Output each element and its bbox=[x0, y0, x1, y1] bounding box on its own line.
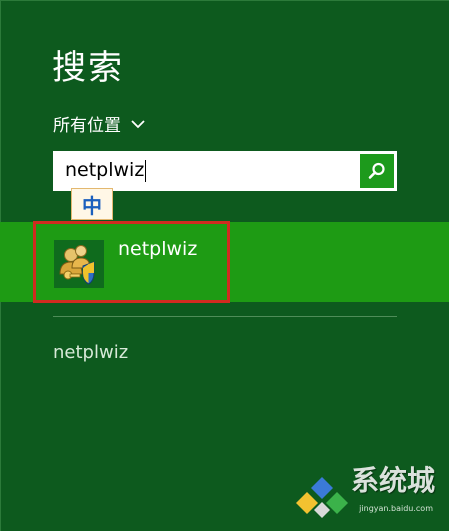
watermark-logo-icon bbox=[296, 477, 348, 518]
watermark-subtext: jingyan.baidu.com bbox=[359, 504, 433, 513]
search-icon bbox=[368, 162, 385, 179]
watermark: 系统城 jingyan.baidu.com bbox=[293, 464, 443, 525]
search-button[interactable] bbox=[360, 154, 394, 188]
user-accounts-icon bbox=[59, 245, 95, 285]
search-scope-dropdown[interactable]: 所有位置 bbox=[53, 111, 145, 136]
search-box: netplwiz bbox=[53, 151, 397, 191]
frame-border-top bbox=[0, 0, 449, 1]
search-result-label: netplwiz bbox=[118, 238, 198, 260]
ime-mode-indicator[interactable]: 中 bbox=[71, 188, 113, 220]
search-suggestion-item[interactable]: netplwiz bbox=[53, 342, 128, 363]
search-panel-title: 搜索 bbox=[52, 48, 124, 88]
watermark-text: 系统城 bbox=[350, 464, 435, 497]
results-divider bbox=[53, 316, 397, 317]
search-scope-label: 所有位置 bbox=[53, 116, 121, 136]
app-tile bbox=[54, 240, 104, 288]
chevron-down-icon bbox=[131, 119, 145, 128]
search-input[interactable] bbox=[53, 151, 358, 191]
